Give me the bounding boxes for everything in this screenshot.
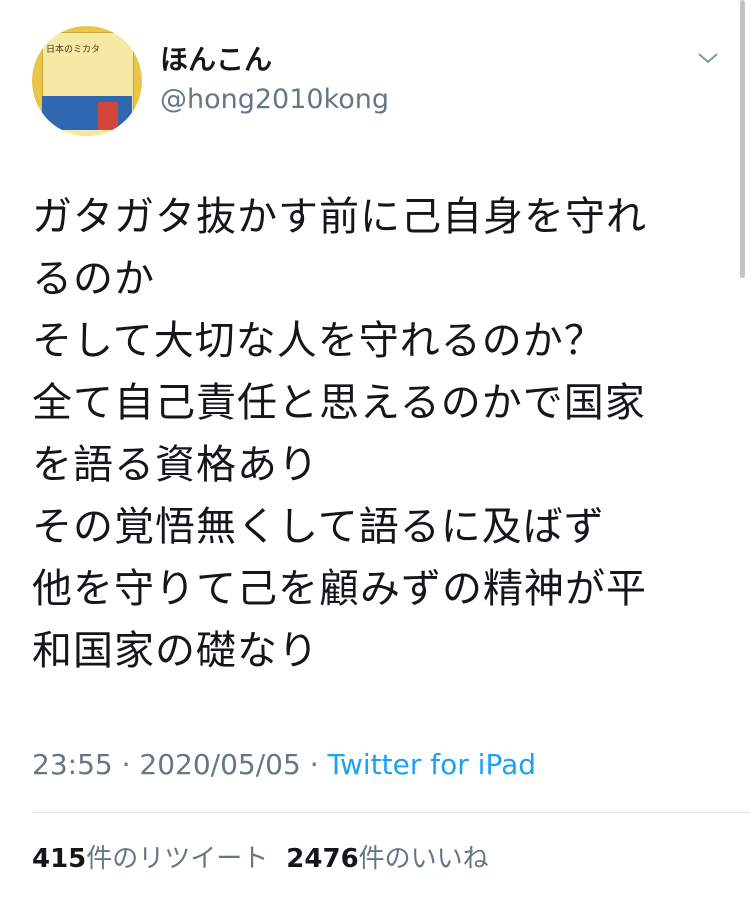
tweet-line: そして大切な人を守れるのか？ (32, 318, 605, 364)
tweet-line: 和国家の礎なり (32, 628, 319, 674)
like-stat[interactable]: 2476件のいいね (286, 844, 488, 874)
avatar-book-title: 日本のミカタ (46, 45, 101, 55)
tweet-line: 他を守りて己を顧みずの精神が平 (32, 566, 647, 612)
tweet-line: を語る資格あり (32, 442, 319, 488)
tweet-stats: 415件のリツイート 2476件のいいね (32, 838, 489, 875)
tweet-line: その覚悟無くして語るに及ばず (32, 504, 605, 550)
like-label: 件のいいね (358, 844, 489, 874)
meta-separator: · (121, 748, 131, 781)
avatar-book-photo (98, 102, 118, 130)
retweet-stat[interactable]: 415件のリツイート (32, 844, 268, 874)
avatar-book-band (42, 96, 132, 130)
chevron-down-icon[interactable] (696, 48, 720, 68)
like-count: 2476 (286, 844, 359, 874)
tweet-date: 2020/05/05 (139, 748, 301, 781)
user-handle[interactable]: @hong2010kong (160, 84, 389, 115)
divider (32, 812, 750, 813)
display-name[interactable]: ほんこん (160, 38, 272, 78)
tweet-source-link[interactable]: Twitter for iPad (328, 748, 536, 781)
tweet-line: るのか (32, 256, 155, 302)
tweet-text: ガタガタ抜かす前に己自身を守れ るのか そして大切な人を守れるのか？ 全て自己責… (32, 186, 712, 682)
tweet-meta: 23:55 · 2020/05/05 · Twitter for iPad (32, 748, 536, 781)
retweet-count: 415 (32, 844, 87, 874)
scrollbar[interactable] (740, 0, 745, 278)
avatar[interactable]: 日本のミカタ (32, 26, 142, 136)
tweet-line: 全て自己責任と思えるのかで国家 (32, 380, 646, 426)
tweet-time: 23:55 (32, 748, 113, 781)
meta-separator: · (309, 748, 319, 781)
retweet-label: 件のリツイート (86, 844, 269, 874)
tweet-line: ガタガタ抜かす前に己自身を守れ (32, 194, 647, 240)
